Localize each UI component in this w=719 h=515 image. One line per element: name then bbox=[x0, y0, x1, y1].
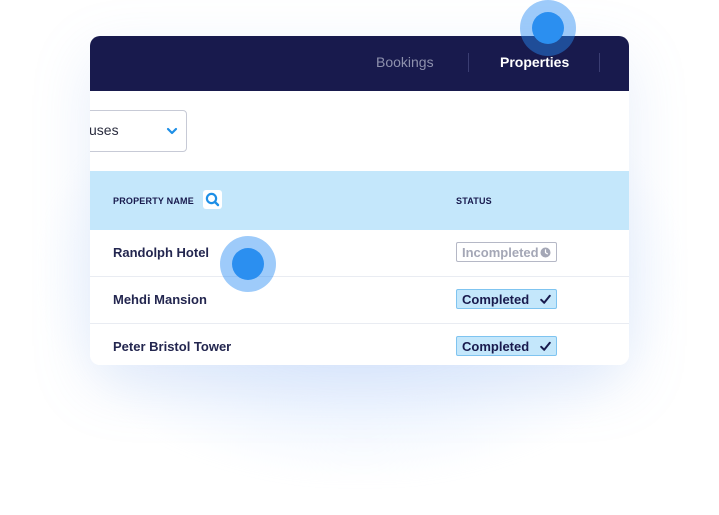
tap-indicator bbox=[520, 0, 576, 56]
table-row[interactable]: Peter Bristol Tower Completed bbox=[90, 324, 629, 365]
property-name-cell: Randolph Hotel bbox=[113, 245, 210, 260]
nav-divider bbox=[468, 53, 469, 72]
tab-properties[interactable]: Properties bbox=[500, 53, 569, 71]
column-header-status: STATUS bbox=[456, 196, 492, 206]
status-badge: Incompleted bbox=[456, 242, 557, 262]
check-icon bbox=[540, 294, 551, 304]
table-header: PROPERTY NAME STATUS bbox=[90, 171, 629, 230]
nav-divider bbox=[599, 53, 600, 72]
status-badge-label: Incompleted bbox=[462, 245, 539, 260]
table-row[interactable]: Randolph Hotel Incompleted bbox=[90, 230, 629, 277]
status-badge: Completed bbox=[456, 289, 557, 309]
search-icon[interactable] bbox=[203, 190, 222, 209]
tap-indicator bbox=[220, 236, 276, 292]
app-screenshot: Bookings Properties uses PROPERTY NAME S… bbox=[0, 0, 719, 515]
property-name-cell: Mehdi Mansion bbox=[113, 292, 207, 307]
tab-bookings[interactable]: Bookings bbox=[376, 53, 434, 71]
status-filter-select[interactable]: uses bbox=[90, 110, 187, 152]
table-row[interactable]: Mehdi Mansion Completed bbox=[90, 277, 629, 324]
check-icon bbox=[540, 341, 551, 351]
property-name-cell: Peter Bristol Tower bbox=[113, 339, 232, 354]
status-badge-label: Completed bbox=[462, 292, 530, 307]
status-badge-label: Completed bbox=[462, 339, 530, 354]
status-filter-value: uses bbox=[90, 122, 119, 138]
status-badge: Completed bbox=[456, 336, 557, 356]
column-header-property-name: PROPERTY NAME bbox=[113, 196, 194, 206]
chevron-down-icon bbox=[166, 127, 178, 135]
clock-icon bbox=[540, 247, 551, 258]
properties-panel: Bookings Properties uses PROPERTY NAME S… bbox=[90, 36, 629, 365]
